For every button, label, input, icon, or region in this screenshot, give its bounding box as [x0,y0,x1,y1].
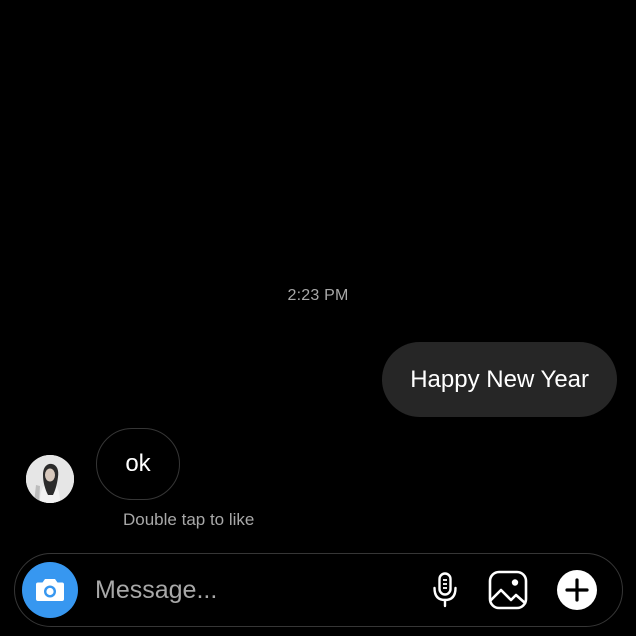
plus-icon [557,570,597,610]
more-options-button[interactable] [555,568,599,612]
camera-button[interactable] [22,562,78,618]
message-timestamp: 2:23 PM [287,287,349,304]
outgoing-message-bubble[interactable]: Happy New Year [382,342,617,417]
avatar-photo [26,455,74,503]
incoming-message-bubble[interactable]: ok [96,428,180,500]
voice-message-button[interactable] [423,568,467,612]
message-composer [14,553,623,627]
chat-thread: 2:23 PM Happy New Year ok Double tap to … [0,0,636,550]
message-input[interactable] [95,568,395,612]
microphone-icon [433,572,457,608]
camera-icon [36,579,64,601]
gallery-icon [488,570,528,610]
double-tap-hint: Double tap to like [123,510,255,529]
gallery-button[interactable] [486,568,530,612]
avatar[interactable] [26,455,74,503]
